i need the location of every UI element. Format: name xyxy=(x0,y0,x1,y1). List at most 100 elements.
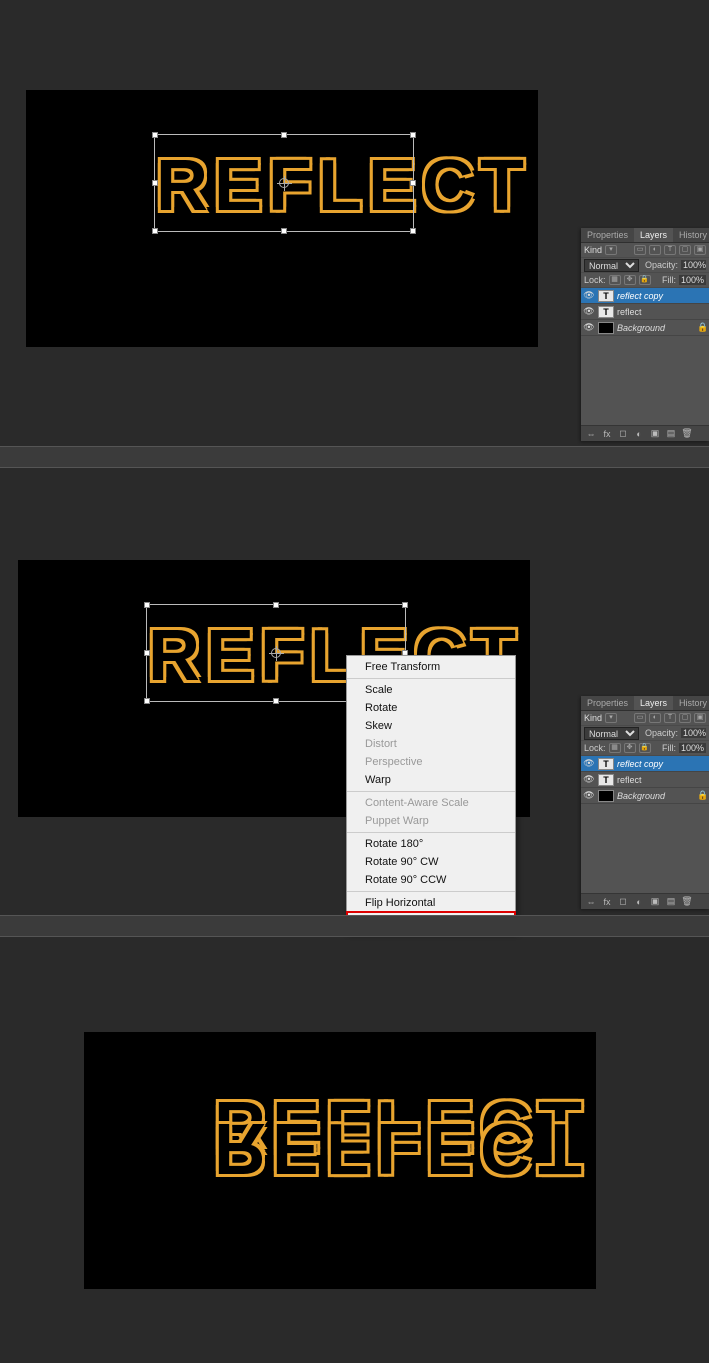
layer-name[interactable]: reflect xyxy=(617,307,707,317)
layers-empty-area[interactable] xyxy=(581,804,709,894)
transform-handle-top-left[interactable] xyxy=(144,602,150,608)
layer-thumbnail-text-icon[interactable] xyxy=(598,758,614,770)
menu-warp[interactable]: Warp xyxy=(347,771,515,789)
transform-handle-bottom-center[interactable] xyxy=(273,698,279,704)
blend-mode-select[interactable]: Normal xyxy=(584,259,639,272)
layer-style-icon[interactable]: fx xyxy=(601,896,613,907)
layers-empty-area[interactable] xyxy=(581,336,709,426)
transform-handle-bottom-left[interactable] xyxy=(152,228,158,234)
tab-history[interactable]: History xyxy=(673,696,709,710)
tab-history[interactable]: History xyxy=(673,228,709,242)
layer-row[interactable]: 👁 reflect copy xyxy=(581,756,709,772)
filter-kind-dropdown-icon[interactable]: ▾ xyxy=(605,713,617,723)
filter-adjustment-icon[interactable]: ◐ xyxy=(649,245,661,255)
transform-handle-bottom-right[interactable] xyxy=(410,228,416,234)
transform-handle-mid-left[interactable] xyxy=(152,180,158,186)
transform-handle-top-center[interactable] xyxy=(273,602,279,608)
layers-panel[interactable]: Properties Layers History ≡ Kind ▾ ▭ ◐ T… xyxy=(581,228,709,441)
transform-handle-bottom-left[interactable] xyxy=(144,698,150,704)
delete-layer-icon[interactable]: 🗑 xyxy=(681,896,693,907)
transform-handle-top-right[interactable] xyxy=(410,132,416,138)
layer-mask-icon[interactable]: ◻ xyxy=(617,896,629,907)
blend-mode-select[interactable]: Normal xyxy=(584,727,639,740)
link-layers-icon[interactable]: ⇔ xyxy=(585,896,597,907)
visibility-eye-icon[interactable]: 👁 xyxy=(583,290,595,302)
new-layer-icon[interactable]: ▤ xyxy=(665,428,677,439)
canvas[interactable]: REFLECT xyxy=(26,90,538,347)
menu-rotate-180[interactable]: Rotate 180° xyxy=(347,835,515,853)
tab-layers[interactable]: Layers xyxy=(634,696,673,710)
transform-handle-bottom-center[interactable] xyxy=(281,228,287,234)
layer-row[interactable]: 👁 Background 🔒 xyxy=(581,320,709,336)
transform-handle-mid-right[interactable] xyxy=(410,180,416,186)
layer-group-icon[interactable]: ▣ xyxy=(649,428,661,439)
lock-pixels-icon[interactable]: ▦ xyxy=(609,275,621,285)
lock-position-icon[interactable]: ✥ xyxy=(624,743,636,753)
opacity-value[interactable]: 100% xyxy=(681,260,706,270)
visibility-eye-icon[interactable]: 👁 xyxy=(583,774,595,786)
filter-shape-icon[interactable]: ▢ xyxy=(679,245,691,255)
layer-row[interactable]: 👁 reflect copy xyxy=(581,288,709,304)
layers-panel[interactable]: Properties Layers History ≡ Kind ▾ ▭ ◐ T… xyxy=(581,696,709,909)
filter-type-icon[interactable]: T xyxy=(664,245,676,255)
layer-thumbnail-text-icon[interactable] xyxy=(598,774,614,786)
tab-properties[interactable]: Properties xyxy=(581,228,634,242)
menu-rotate[interactable]: Rotate xyxy=(347,699,515,717)
lock-icon[interactable]: 🔒 xyxy=(697,790,707,801)
transform-pivot-icon[interactable] xyxy=(279,178,289,188)
transform-handle-top-right[interactable] xyxy=(402,602,408,608)
filter-pixel-icon[interactable]: ▭ xyxy=(634,713,646,723)
layer-group-icon[interactable]: ▣ xyxy=(649,896,661,907)
menu-free-transform[interactable]: Free Transform xyxy=(347,658,515,676)
visibility-eye-icon[interactable]: 👁 xyxy=(583,322,595,334)
layer-style-icon[interactable]: fx xyxy=(601,428,613,439)
transform-handle-top-left[interactable] xyxy=(152,132,158,138)
visibility-eye-icon[interactable]: 👁 xyxy=(583,306,595,318)
canvas[interactable]: REFLECT REFLECT xyxy=(84,1032,596,1289)
layer-row[interactable]: 👁 Background 🔒 xyxy=(581,788,709,804)
filter-type-icon[interactable]: T xyxy=(664,713,676,723)
tab-properties[interactable]: Properties xyxy=(581,696,634,710)
layer-mask-icon[interactable]: ◻ xyxy=(617,428,629,439)
layer-name[interactable]: reflect xyxy=(617,775,707,785)
transform-handle-mid-left[interactable] xyxy=(144,650,150,656)
menu-scale[interactable]: Scale xyxy=(347,681,515,699)
adjustment-layer-icon[interactable]: ◐ xyxy=(633,428,645,439)
layer-thumbnail[interactable] xyxy=(598,790,614,802)
visibility-eye-icon[interactable]: 👁 xyxy=(583,790,595,802)
layer-thumbnail-text-icon[interactable] xyxy=(598,290,614,302)
menu-rotate-90-cw[interactable]: Rotate 90° CW xyxy=(347,853,515,871)
fill-value[interactable]: 100% xyxy=(679,743,706,753)
transform-handle-top-center[interactable] xyxy=(281,132,287,138)
layer-name[interactable]: reflect copy xyxy=(617,291,707,301)
adjustment-layer-icon[interactable]: ◐ xyxy=(633,896,645,907)
filter-kind-dropdown-icon[interactable]: ▾ xyxy=(605,245,617,255)
free-transform-bounding-box[interactable] xyxy=(154,134,414,232)
transform-context-menu[interactable]: Free Transform Scale Rotate Skew Distort… xyxy=(346,655,516,933)
transform-pivot-icon[interactable] xyxy=(271,648,281,658)
lock-position-icon[interactable]: ✥ xyxy=(624,275,636,285)
lock-pixels-icon[interactable]: ▦ xyxy=(609,743,621,753)
fill-value[interactable]: 100% xyxy=(679,275,706,285)
lock-all-icon[interactable]: 🔒 xyxy=(639,275,651,285)
filter-pixel-icon[interactable]: ▭ xyxy=(634,245,646,255)
new-layer-icon[interactable]: ▤ xyxy=(665,896,677,907)
menu-rotate-90-ccw[interactable]: Rotate 90° CCW xyxy=(347,871,515,889)
layer-thumbnail-text-icon[interactable] xyxy=(598,306,614,318)
layer-thumbnail[interactable] xyxy=(598,322,614,334)
layer-row[interactable]: 👁 reflect xyxy=(581,772,709,788)
link-layers-icon[interactable]: ⇔ xyxy=(585,428,597,439)
filter-smart-icon[interactable]: ▣ xyxy=(694,713,706,723)
filter-shape-icon[interactable]: ▢ xyxy=(679,713,691,723)
layer-row[interactable]: 👁 reflect xyxy=(581,304,709,320)
menu-flip-horizontal[interactable]: Flip Horizontal xyxy=(347,894,515,912)
lock-icon[interactable]: 🔒 xyxy=(697,322,707,333)
tab-layers[interactable]: Layers xyxy=(634,228,673,242)
filter-smart-icon[interactable]: ▣ xyxy=(694,245,706,255)
visibility-eye-icon[interactable]: 👁 xyxy=(583,758,595,770)
layer-name[interactable]: reflect copy xyxy=(617,759,707,769)
menu-skew[interactable]: Skew xyxy=(347,717,515,735)
text-layer-reflect-flipped-copy[interactable]: REFLECT xyxy=(214,1107,588,1189)
layer-name[interactable]: Background xyxy=(617,791,694,801)
lock-all-icon[interactable]: 🔒 xyxy=(639,743,651,753)
